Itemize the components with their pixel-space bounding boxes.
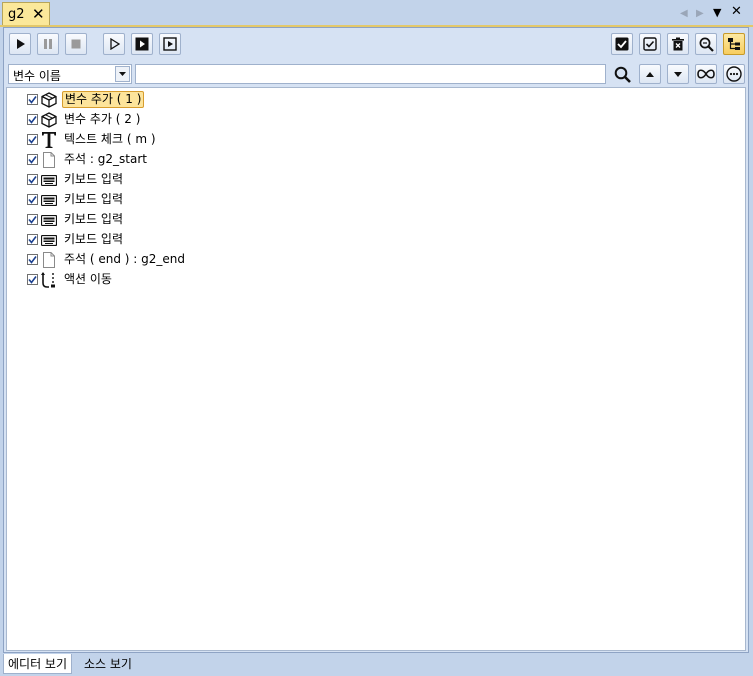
item-checkbox[interactable] (27, 174, 38, 185)
play-icon (17, 39, 25, 49)
window-close-icon[interactable]: ✕ (731, 5, 742, 19)
step-button[interactable] (103, 33, 125, 55)
run-from-icon (163, 37, 177, 51)
tree-item-label: 키보드 입력 (64, 232, 124, 246)
tree-item[interactable]: 텍스트 체크 ( m ) (7, 130, 707, 150)
keyboard-icon (40, 191, 58, 209)
tree-item-label: 키보드 입력 (64, 172, 124, 186)
delete-button[interactable] (667, 33, 689, 55)
tab-close-icon[interactable]: ✕ (32, 5, 45, 23)
search-icon (614, 66, 631, 83)
search-input[interactable] (135, 64, 606, 84)
keyboard-icon (40, 211, 58, 229)
tree-item-label: 변수 추가 ( 2 ) (64, 112, 141, 126)
zoom-button[interactable] (695, 33, 717, 55)
item-checkbox[interactable] (27, 254, 38, 265)
tree-item[interactable]: 주석 : g2_start (7, 150, 707, 170)
item-checkbox[interactable] (27, 134, 38, 145)
tree-item[interactable]: 키보드 입력 (7, 230, 707, 250)
search-button[interactable] (611, 63, 633, 85)
keyboard-icon (40, 231, 58, 249)
tree-item[interactable]: 주석 ( end ) : g2_end (7, 250, 707, 270)
item-checkbox[interactable] (27, 274, 38, 285)
tree-item-label: 주석 ( end ) : g2_end (64, 252, 186, 266)
stop-icon (71, 39, 81, 49)
tab-strip: g2 ✕ ◀ ▶ ▼ ✕ (0, 0, 753, 27)
tab-source-view[interactable]: 소스 보기 (80, 654, 136, 674)
search-next-button[interactable] (667, 64, 689, 84)
move-action-icon (40, 271, 58, 289)
tree-item[interactable]: 변수 추가 ( 2 ) (7, 110, 707, 130)
chevron-down-icon[interactable] (115, 66, 130, 82)
run-selected-button[interactable] (131, 33, 153, 55)
check-icon (643, 37, 657, 51)
tree-item[interactable]: 키보드 입력 (7, 210, 707, 230)
editor-panel: 변수 이름 변수 추가 ( 1 ) 변수 추가 ( 2 ) 텍스트 체크 (m… (3, 27, 749, 653)
search-prev-button[interactable] (639, 64, 661, 84)
pause-icon (44, 39, 52, 49)
tree-view-icon (728, 38, 740, 50)
item-checkbox[interactable] (27, 194, 38, 205)
check-button[interactable] (639, 33, 661, 55)
more-options-icon (726, 66, 742, 82)
step-icon (110, 38, 120, 50)
tree-item-label: 액션 이동 (64, 272, 112, 286)
scroll-right-icon[interactable]: ▶ (696, 7, 704, 21)
search-field-select[interactable]: 변수 이름 (8, 64, 132, 84)
search-options-button[interactable] (723, 64, 745, 84)
action-tree: 변수 추가 ( 1 ) 변수 추가 ( 2 ) 텍스트 체크 ( m ) 주석 … (6, 87, 746, 651)
tree-view-button[interactable] (723, 33, 745, 55)
tab-editor-view[interactable]: 에디터 보기 (3, 654, 73, 674)
delete-icon (672, 37, 684, 51)
stop-button[interactable] (65, 33, 87, 55)
tree-item-label: 주석 : g2_start (64, 152, 147, 166)
item-checkbox[interactable] (27, 114, 38, 125)
tree-item-label: 변수 추가 ( 1 ) (62, 91, 145, 108)
play-button[interactable] (9, 33, 31, 55)
note-icon (40, 151, 58, 169)
item-checkbox[interactable] (27, 234, 38, 245)
item-checkbox[interactable] (27, 214, 38, 225)
cube-icon (40, 111, 58, 129)
search-field-value: 변수 이름 (13, 69, 61, 83)
run-from-button[interactable] (159, 33, 181, 55)
run-selected-icon (135, 37, 149, 51)
item-checkbox[interactable] (27, 154, 38, 165)
tree-item-label: 키보드 입력 (64, 212, 124, 226)
tree-item[interactable]: 변수 추가 ( 1 ) (7, 90, 707, 110)
scroll-left-icon[interactable]: ◀ (680, 7, 688, 21)
tree-item[interactable]: 액션 이동 (7, 270, 707, 290)
document-tab-g2[interactable]: g2 ✕ (2, 2, 50, 26)
search-loop-button[interactable] (695, 64, 717, 84)
tree-item[interactable]: 키보드 입력 (7, 190, 707, 210)
cube-icon (40, 91, 58, 109)
note-icon (40, 251, 58, 269)
check-all-icon (615, 37, 629, 51)
tab-label: g2 (8, 7, 25, 22)
zoom-icon (699, 37, 714, 52)
pause-button[interactable] (37, 33, 59, 55)
text-t-icon (40, 131, 58, 149)
tree-item-label: 키보드 입력 (64, 192, 124, 206)
caret-up-icon (646, 71, 654, 77)
tree-item-label: 텍스트 체크 ( m ) (64, 132, 156, 146)
caret-down-icon (674, 71, 682, 77)
check-all-button[interactable] (611, 33, 633, 55)
infinity-icon (697, 69, 715, 79)
tree-item[interactable]: 키보드 입력 (7, 170, 707, 190)
item-checkbox[interactable] (27, 94, 38, 105)
keyboard-icon (40, 171, 58, 189)
window-menu-icon[interactable]: ▼ (713, 6, 721, 20)
